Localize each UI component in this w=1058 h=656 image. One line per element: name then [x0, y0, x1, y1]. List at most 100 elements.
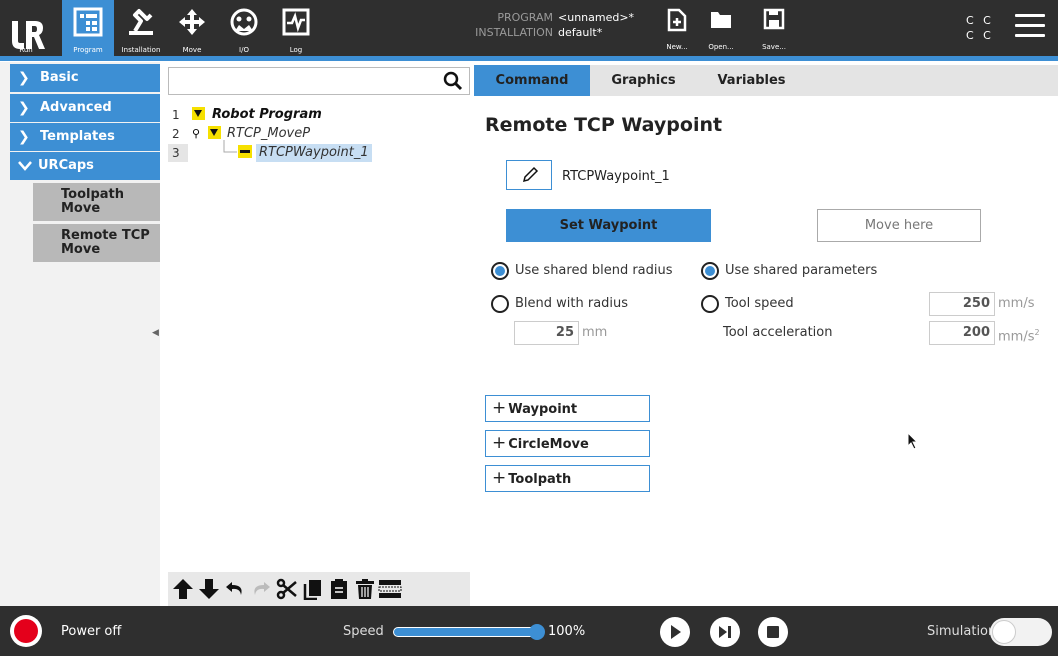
add-button-label: CircleMove — [508, 437, 589, 452]
installation-icon — [129, 9, 153, 35]
stop-button[interactable] — [758, 617, 788, 647]
tree-row[interactable]: 3 RTCPWaypoint_1 — [168, 140, 468, 162]
undo-icon[interactable] — [224, 578, 246, 600]
step-icon — [719, 626, 731, 638]
move-down-icon[interactable] — [198, 578, 220, 600]
add-button-label: Toolpath — [508, 472, 572, 487]
waypoint-name: RTCPWaypoint_1 — [562, 169, 670, 184]
sidebar-item-urcaps[interactable]: URCaps — [10, 152, 160, 180]
tool-speed-unit: mm/s — [998, 296, 1035, 311]
sidebar-item-label: Advanced — [40, 100, 112, 115]
radio-unselected-icon — [491, 295, 509, 313]
accel-unit-exponent: 2 — [1034, 328, 1040, 337]
tool-speed-field[interactable]: 250 — [929, 292, 995, 316]
open-button[interactable]: Open... — [699, 0, 743, 56]
redo-icon[interactable] — [250, 578, 272, 600]
radio-label: Tool speed — [725, 296, 794, 311]
program-info-values: <unnamed>* default* — [558, 10, 634, 40]
sidebar-item-label: Basic — [40, 70, 79, 85]
search-icon[interactable] — [443, 71, 463, 91]
play-button[interactable] — [660, 617, 690, 647]
simulation-toggle[interactable] — [990, 618, 1052, 646]
speed-label: Speed — [343, 624, 384, 639]
save-button[interactable]: Save... — [752, 0, 796, 56]
cut-icon[interactable] — [276, 578, 298, 600]
speed-slider-handle[interactable] — [529, 624, 545, 640]
installation-name: default* — [558, 26, 603, 39]
log-icon — [282, 8, 310, 36]
sidebar-item-remote-tcp-move[interactable]: Remote TCP Move — [33, 224, 160, 264]
new-label: New... — [666, 43, 688, 51]
nav-move-label: Move — [182, 46, 202, 54]
power-icon[interactable] — [10, 615, 42, 647]
tree-toolbar — [168, 572, 470, 606]
hamburger-menu-icon[interactable] — [1015, 14, 1045, 38]
nav-program[interactable]: Program — [62, 0, 114, 56]
nav-log[interactable]: Log — [274, 0, 318, 56]
set-waypoint-button[interactable]: Set Waypoint — [506, 209, 711, 242]
line-number: 3 — [172, 146, 180, 160]
add-circlemove-button[interactable]: + CircleMove — [485, 430, 650, 457]
line-number: 2 — [172, 127, 180, 141]
new-button[interactable]: New... — [655, 0, 699, 56]
nav-run-label: Run — [19, 46, 33, 54]
shared-blend-radio[interactable]: Use shared blend radius — [491, 261, 673, 281]
sidebar-subitem-label: Remote TCP Move — [61, 228, 150, 257]
plus-icon: + — [492, 398, 507, 418]
program-icon — [73, 7, 103, 37]
nav-io[interactable]: I/O — [222, 0, 266, 56]
program-info-keys: PROGRAM INSTALLATION — [471, 10, 553, 40]
sidebar-item-basic[interactable]: ❯ Basic — [10, 64, 160, 92]
power-status[interactable]: Power off — [61, 624, 121, 639]
add-button-label: Waypoint — [508, 402, 578, 417]
simulation-label: Simulation — [927, 624, 997, 639]
save-icon — [763, 8, 785, 30]
rename-waypoint-button[interactable] — [506, 160, 552, 190]
top-accent-bar — [0, 56, 1058, 61]
tab-command[interactable]: Command — [474, 65, 590, 96]
expand-triangle-icon[interactable] — [192, 106, 205, 124]
shared-parameters-radio[interactable]: Use shared parameters — [701, 261, 877, 281]
delete-icon[interactable] — [354, 578, 376, 600]
tab-graphics[interactable]: Graphics — [596, 65, 691, 96]
line-number: 1 — [172, 108, 180, 122]
chevron-right-icon: ❯ — [18, 70, 30, 86]
nav-move[interactable]: Move — [170, 0, 214, 56]
suppress-icon[interactable] — [378, 578, 402, 600]
pencil-icon — [522, 166, 539, 183]
step-button[interactable] — [710, 617, 740, 647]
blend-radius-field[interactable]: 25 — [514, 321, 579, 345]
waypoint-node-icon — [238, 144, 252, 162]
save-label: Save... — [762, 43, 786, 51]
tree-node-label: Robot Program — [212, 107, 322, 122]
tool-acceleration-field[interactable]: 200 — [929, 321, 995, 345]
radio-selected-icon — [701, 262, 719, 280]
sidebar-subitem-label: Toolpath Move — [61, 187, 125, 216]
speed-value: 100% — [548, 624, 586, 639]
blend-with-radius-radio[interactable]: Blend with radius — [491, 294, 628, 314]
nav-io-label: I/O — [239, 46, 249, 54]
move-here-button[interactable]: Move here — [817, 209, 981, 242]
tool-speed-radio[interactable]: Tool speed — [701, 294, 794, 314]
radio-unselected-icon — [701, 295, 719, 313]
tree-search-input[interactable] — [168, 67, 470, 95]
sidebar-item-toolpath-move[interactable]: Toolpath Move — [33, 183, 160, 223]
stop-icon — [767, 626, 779, 638]
chevron-right-icon: ❯ — [18, 100, 30, 116]
nav-run[interactable]: Run — [0, 0, 52, 56]
expand-triangle-icon[interactable] — [208, 125, 221, 143]
move-up-icon[interactable] — [172, 578, 194, 600]
sidebar-item-templates[interactable]: ❯ Templates — [10, 123, 160, 151]
nav-installation[interactable]: Installation — [116, 0, 166, 56]
add-toolpath-button[interactable]: + Toolpath — [485, 465, 650, 492]
tab-variables[interactable]: Variables — [704, 65, 799, 96]
speed-slider[interactable] — [393, 624, 545, 640]
copy-icon[interactable] — [302, 578, 324, 600]
folder-icon — [711, 12, 731, 28]
radio-label: Use shared blend radius — [515, 263, 673, 278]
sidebar-item-advanced[interactable]: ❯ Advanced — [10, 94, 160, 122]
accel-unit-base: mm/s — [998, 329, 1035, 345]
paste-icon[interactable] — [328, 578, 350, 600]
add-waypoint-button[interactable]: + Waypoint — [485, 395, 650, 422]
play-icon — [671, 625, 681, 639]
